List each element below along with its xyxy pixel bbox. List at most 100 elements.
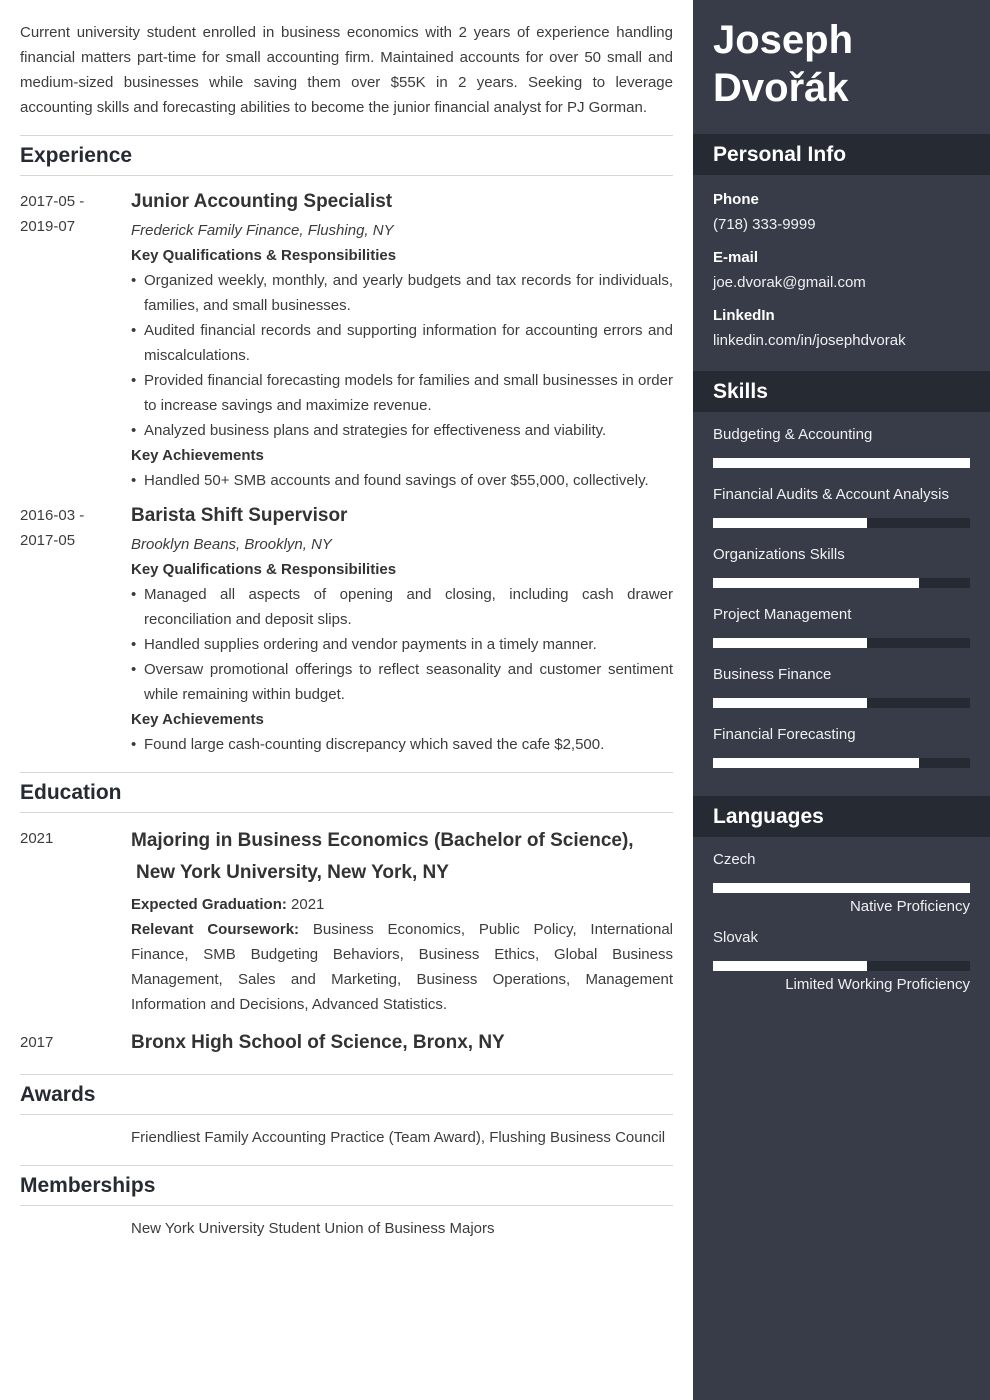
section-title: Education: [20, 773, 673, 813]
education-date: 2021: [20, 830, 54, 847]
main-column: Current university student enrolled in b…: [20, 0, 673, 1241]
job-entry: 2016-03 - 2017-05 Barista Shift Supervis…: [20, 503, 673, 757]
award-item: Friendliest Family Accounting Practice (…: [131, 1129, 666, 1146]
education-date: 2017: [20, 1034, 54, 1051]
responsibilities-heading: Key Qualifications & Responsibilities: [131, 247, 397, 264]
skill-item: Business Finance: [713, 662, 970, 708]
skill-name: Business Finance: [713, 666, 832, 683]
candidate-name: Joseph Dvořák: [693, 0, 990, 134]
skill-name: Financial Forecasting: [713, 726, 856, 743]
job-title: Junior Accounting Specialist: [131, 191, 393, 212]
language-bar: [713, 883, 970, 893]
skill-item: Financial Audits & Account Analysis: [713, 482, 970, 528]
languages-heading: Languages: [693, 796, 990, 837]
list-item: Oversaw promotional offerings to reflect…: [131, 657, 673, 707]
institution: New York University, New York, NY: [136, 862, 449, 883]
education-entry: 2021 Majoring in Business Economics (Bac…: [20, 825, 673, 1017]
job-details: Barista Shift Supervisor Brooklyn Beans,…: [131, 503, 673, 757]
skill-item: Budgeting & Accounting: [713, 422, 970, 468]
linkedin-value: linkedin.com/in/josephdvorak: [713, 332, 906, 349]
education-title: Majoring in Business Economics (Bachelor…: [131, 825, 673, 889]
skill-bar-fill: [713, 518, 868, 528]
responsibilities-heading: Key Qualifications & Responsibilities: [131, 561, 397, 578]
personal-info: Phone (718) 333-9999 E-mail joe.dvorak@g…: [693, 175, 990, 371]
awards-section: Awards Friendliest Family Accounting Pra…: [20, 1074, 673, 1150]
skill-bar: [713, 758, 970, 768]
skill-bar: [713, 458, 970, 468]
education-details: Majoring in Business Economics (Bachelor…: [131, 825, 673, 1017]
skill-bar: [713, 518, 970, 528]
job-date-start: 2017-05 -: [20, 193, 85, 210]
graduation-label: Expected Graduation:: [131, 896, 287, 913]
skill-item: Project Management: [713, 602, 970, 648]
membership-item: New York University Student Union of Bus…: [131, 1220, 495, 1237]
language-bar-fill: [713, 961, 868, 971]
skills-list: Budgeting & Accounting Financial Audits …: [693, 412, 990, 796]
coursework-label: Relevant Coursework:: [131, 921, 300, 938]
achievements-heading: Key Achievements: [131, 711, 264, 728]
job-dates: 2017-05 - 2019-07: [20, 189, 131, 493]
phone-label: Phone: [713, 191, 759, 208]
summary: Current university student enrolled in b…: [20, 24, 673, 116]
education-section: Education 2021 Majoring in Business Econ…: [20, 772, 673, 1059]
email-value: joe.dvorak@gmail.com: [713, 274, 866, 291]
skill-bar: [713, 578, 970, 588]
responsibilities-list: Organized weekly, monthly, and yearly bu…: [131, 268, 673, 443]
degree: Majoring in Business Economics (Bachelor…: [131, 830, 634, 851]
languages-list: Czech Native Proficiency Slovak Limited …: [693, 837, 990, 1013]
skill-bar-fill: [713, 758, 919, 768]
list-item: Analyzed business plans and strategies f…: [131, 418, 673, 443]
job-entry: 2017-05 - 2019-07 Junior Accounting Spec…: [20, 189, 673, 493]
skills-heading: Skills: [693, 371, 990, 412]
achievements-heading: Key Achievements: [131, 447, 264, 464]
language-name: Slovak: [713, 929, 759, 946]
job-title: Barista Shift Supervisor: [131, 505, 348, 526]
first-name: Joseph: [713, 18, 854, 62]
graduation-value: 2021: [291, 896, 325, 913]
education-title: Bronx High School of Science, Bronx, NY: [131, 1032, 505, 1053]
job-date-end: 2017-05: [20, 532, 76, 549]
skill-bar: [713, 698, 970, 708]
last-name: Dvořák: [713, 66, 849, 110]
section-title: Awards: [20, 1075, 673, 1115]
list-item: Handled 50+ SMB accounts and found savin…: [131, 468, 673, 493]
responsibilities-list: Managed all aspects of opening and closi…: [131, 582, 673, 707]
job-dates: 2016-03 - 2017-05: [20, 503, 131, 757]
language-item: Slovak Limited Working Proficiency: [713, 925, 970, 997]
skill-item: Organizations Skills: [713, 542, 970, 588]
list-item: Found large cash-counting discrepancy wh…: [131, 732, 673, 757]
education-details: Bronx High School of Science, Bronx, NY: [131, 1027, 673, 1059]
phone-value: (718) 333-9999: [713, 216, 816, 233]
experience-section: Experience 2017-05 - 2019-07 Junior Acco…: [20, 135, 673, 757]
section-title: Memberships: [20, 1166, 673, 1206]
education-entry: 2017 Bronx High School of Science, Bronx…: [20, 1027, 673, 1059]
language-bar: [713, 961, 970, 971]
linkedin-label: LinkedIn: [713, 307, 775, 324]
job-date-start: 2016-03 -: [20, 507, 85, 524]
memberships-section: Memberships New York University Student …: [20, 1165, 673, 1241]
skill-name: Organizations Skills: [713, 546, 845, 563]
skill-name: Project Management: [713, 606, 852, 623]
skill-bar-fill: [713, 698, 868, 708]
language-bar-fill: [713, 883, 970, 893]
expected-graduation: Expected Graduation: 2021: [131, 892, 673, 917]
skill-bar: [713, 638, 970, 648]
sidebar: Joseph Dvořák Personal Info Phone (718) …: [693, 0, 990, 1400]
skill-item: Financial Forecasting: [713, 722, 970, 768]
job-details: Junior Accounting Specialist Frederick F…: [131, 189, 673, 493]
job-company: Brooklyn Beans, Brooklyn, NY: [131, 536, 332, 553]
section-title: Experience: [20, 136, 673, 176]
language-proficiency: Limited Working Proficiency: [785, 976, 970, 993]
skill-bar-fill: [713, 458, 970, 468]
relevant-coursework: Relevant Coursework: Business Economics,…: [131, 917, 673, 1017]
list-item: Organized weekly, monthly, and yearly bu…: [131, 268, 673, 318]
language-name: Czech: [713, 851, 756, 868]
skill-bar-fill: [713, 578, 919, 588]
list-item: Managed all aspects of opening and closi…: [131, 582, 673, 632]
list-item: Provided financial forecasting models fo…: [131, 368, 673, 418]
job-date-end: 2019-07: [20, 218, 76, 235]
skill-name: Budgeting & Accounting: [713, 426, 873, 443]
skill-bar-fill: [713, 638, 868, 648]
job-company: Frederick Family Finance, Flushing, NY: [131, 222, 394, 239]
personal-info-heading: Personal Info: [693, 134, 990, 175]
